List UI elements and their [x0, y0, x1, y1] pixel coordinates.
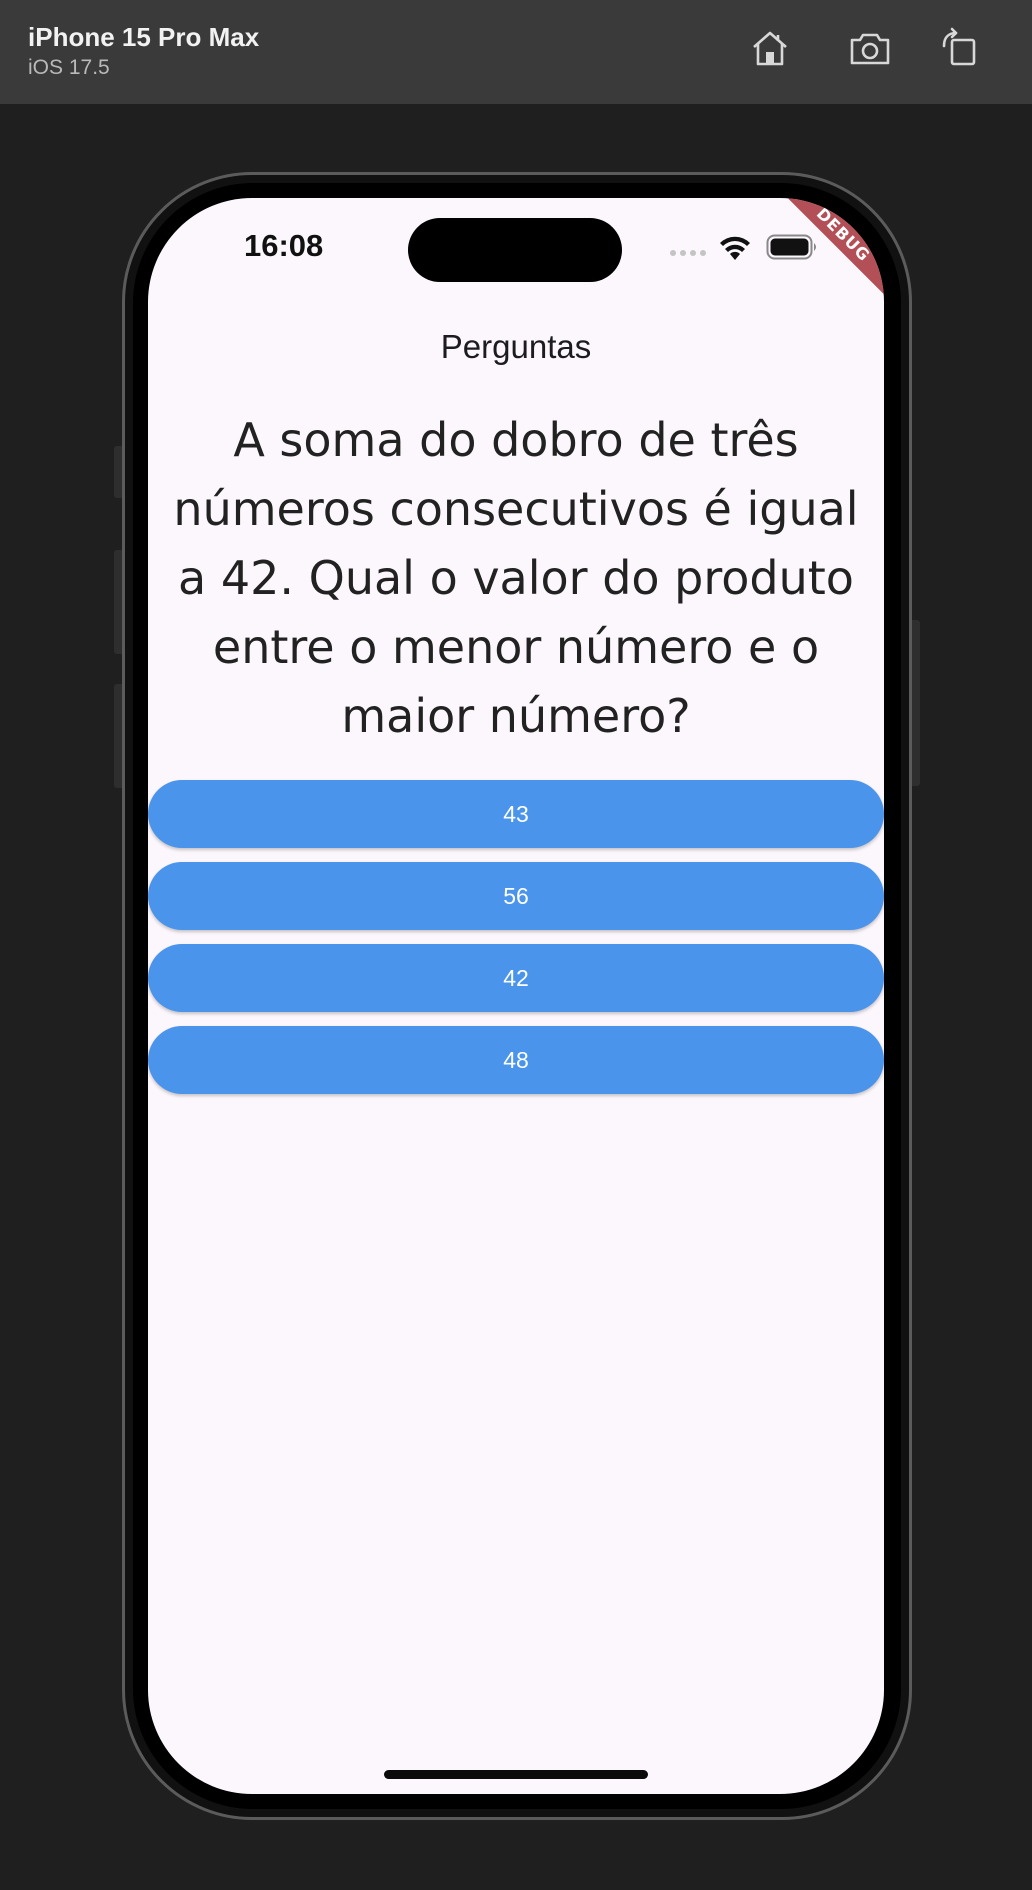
rotate-icon[interactable]: [936, 24, 984, 72]
screenshot-icon[interactable]: [846, 24, 894, 72]
os-version: iOS 17.5: [28, 56, 110, 79]
wifi-icon: [720, 236, 750, 260]
answer-button[interactable]: 56: [148, 862, 884, 930]
answer-button[interactable]: 43: [148, 780, 884, 848]
answer-list: 43 56 42 48: [148, 780, 884, 1108]
home-indicator[interactable]: [384, 1770, 648, 1779]
home-icon[interactable]: [746, 24, 794, 72]
answer-button[interactable]: 42: [148, 944, 884, 1012]
phone-screen: 16:08 DEBUG Perguntas A soma do dobro de…: [148, 198, 884, 1794]
status-time: 16:08: [244, 228, 324, 263]
app-title: Perguntas: [440, 328, 592, 365]
answer-button[interactable]: 48: [148, 1026, 884, 1094]
dynamic-island: [408, 218, 622, 282]
question-text: A soma do dobro de três números consecut…: [173, 413, 859, 743]
simulator-toolbar: iPhone 15 Pro Max iOS 17.5: [0, 0, 1032, 104]
battery-icon: [766, 234, 816, 260]
cellular-signal-icon: [670, 250, 706, 256]
device-name: iPhone 15 Pro Max: [28, 22, 260, 52]
